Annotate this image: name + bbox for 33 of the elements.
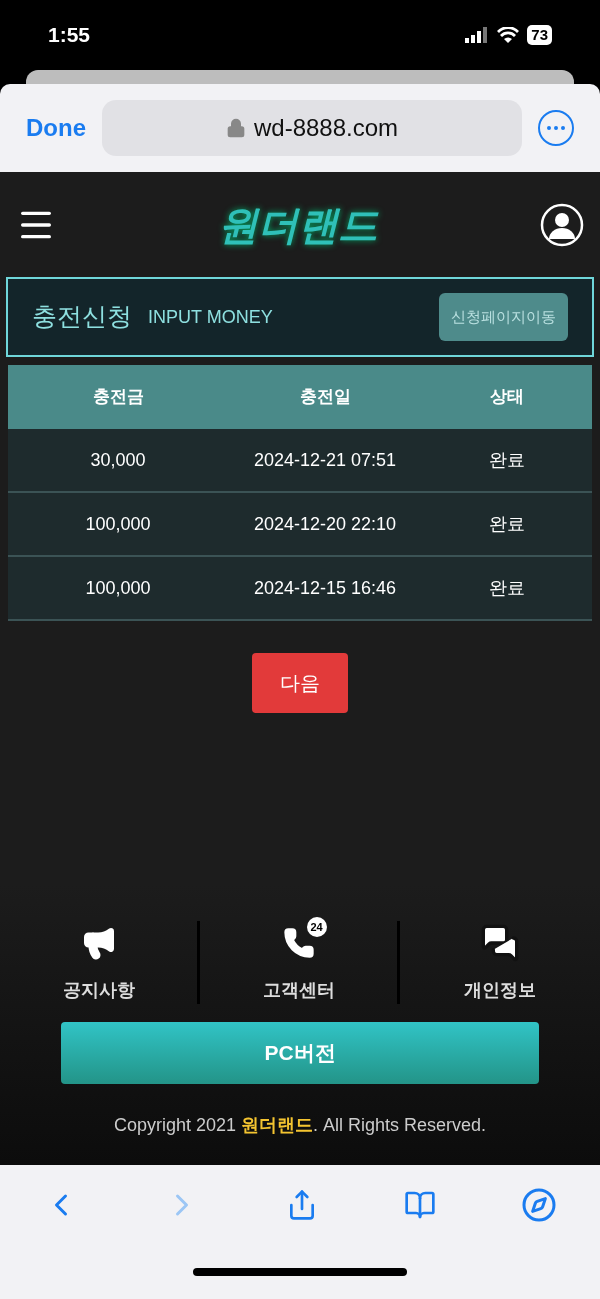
table-cell-text: 2024-12-21 07:51 (252, 448, 398, 472)
copyright-text: Copyright 2021 원더랜드. All Rights Reserved. (113, 1114, 487, 1137)
signal-icon (465, 27, 490, 43)
column-header: 충전일 (298, 386, 352, 409)
column-header: 상태 (489, 386, 525, 409)
column-header: 충전금 (91, 386, 145, 409)
lock-icon (225, 118, 246, 138)
bookmark-icon[interactable] (403, 1189, 436, 1221)
table-cell-text: 완료 (488, 576, 526, 600)
page-subtitle: INPUT MONEY (148, 305, 274, 329)
footer-link[interactable]: 공지사항 (62, 977, 135, 1004)
status-time: 1:55 (48, 22, 91, 49)
chat-icon (480, 923, 520, 963)
page-title: 충전신청 (32, 301, 132, 333)
footer-link[interactable]: 개인정보 (464, 977, 536, 1004)
done-button[interactable]: Done (26, 110, 86, 146)
wifi-icon (497, 27, 520, 43)
table-cell-text: 30,000 (89, 448, 147, 472)
battery-icon: 73 (527, 25, 552, 45)
footer-link[interactable]: 고객센터 (262, 977, 335, 1004)
table-cell-text: 100,000 (84, 512, 152, 536)
phone-badge: 24 (306, 917, 327, 937)
logo[interactable]: 원더랜드 (218, 194, 378, 255)
compass-icon[interactable] (521, 1187, 558, 1223)
table-cell-text: 완료 (488, 448, 526, 472)
user-icon[interactable] (540, 202, 584, 247)
table-cell-text: 100,000 (84, 576, 152, 600)
table-cell-text: 2024-12-15 16:46 (252, 576, 398, 600)
more-icon[interactable] (538, 110, 574, 146)
table-cell-text: 완료 (488, 512, 526, 536)
table-cell-text: 2024-12-20 22:10 (252, 512, 398, 536)
next-button[interactable]: 다음 (252, 653, 348, 713)
url-field[interactable]: wd-8888.com (102, 100, 522, 156)
